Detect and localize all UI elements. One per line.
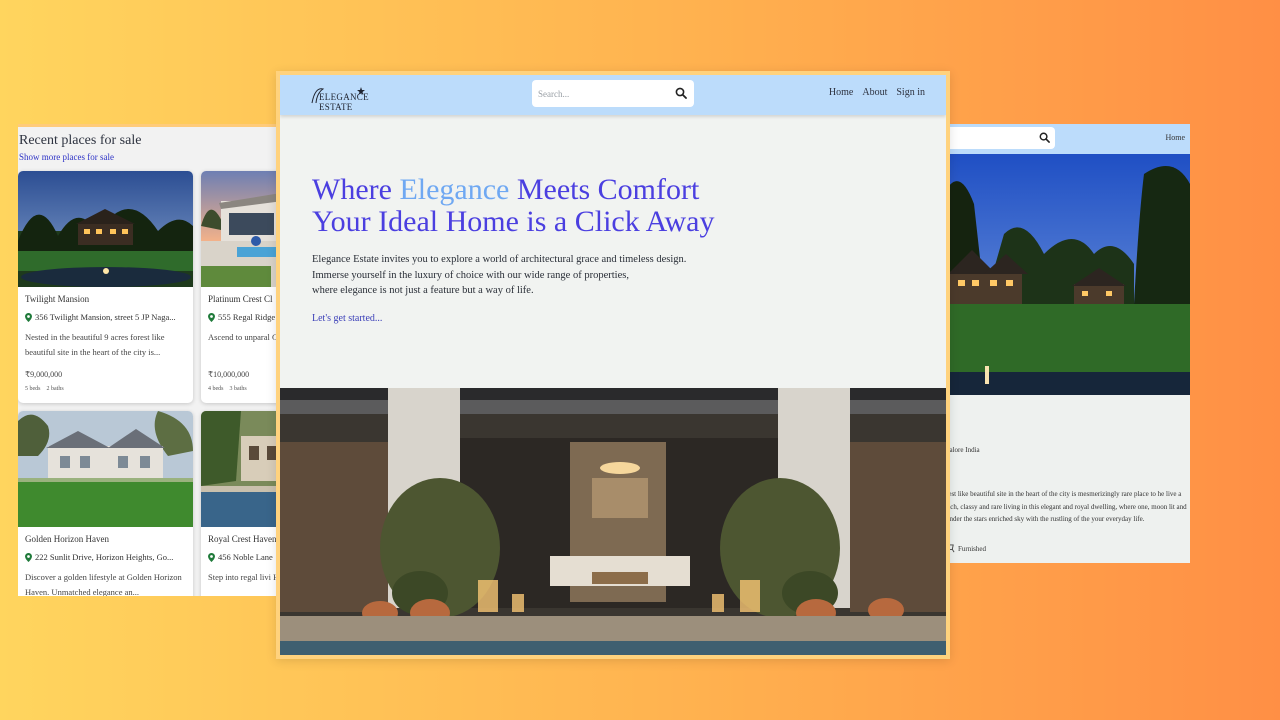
- listing-card[interactable]: Platinum Crest Cl 555 Regal Ridge Ascend…: [201, 171, 280, 403]
- listing-price: ₹10,000,000: [208, 370, 250, 379]
- hero-title-accent: Elegance: [399, 173, 510, 206]
- listing-photo: [18, 171, 193, 287]
- search-input[interactable]: [538, 88, 668, 99]
- elegance-estate-logo[interactable]: ELEGANCE ESTATE: [311, 85, 401, 112]
- listing-photo: [201, 411, 280, 527]
- listing-meta: 5 beds 2 baths: [25, 386, 186, 392]
- location-pin-icon: [25, 312, 32, 322]
- nav-links: Home About Sign in: [829, 87, 925, 98]
- listing-baths: 3 baths: [229, 386, 247, 392]
- search-box: [532, 80, 694, 107]
- main-browser-window: ELEGANCE ESTATE Home About Sign in Where…: [276, 71, 950, 659]
- nav-home-link[interactable]: Home: [829, 87, 853, 98]
- listing-card[interactable]: Golden Horizon Haven 222 Sunlit Drive, H…: [18, 411, 193, 596]
- listing-description: Step into regal livi Haven. Majestic ar: [208, 572, 280, 582]
- listing-card[interactable]: Royal Crest Haven 456 Noble Lane Step in…: [201, 411, 280, 596]
- logo-text: ELEGANCE ESTATE: [319, 92, 369, 112]
- listing-address: 222 Sunlit Drive, Horizon Heights, Go...: [25, 552, 186, 562]
- listing-name: Platinum Crest Cl: [208, 294, 273, 304]
- furnished-label: Furnished: [958, 544, 986, 553]
- listing-card[interactable]: Twilight Mansion 356 Twilight Mansion, s…: [18, 171, 193, 403]
- listing-address: 555 Regal Ridge: [208, 312, 280, 322]
- listing-description: Nested in the beautiful 9 acres forest l…: [25, 332, 165, 357]
- search-icon[interactable]: [675, 87, 687, 99]
- location-pin-icon: [25, 552, 32, 562]
- detail-search-box[interactable]: [944, 127, 1055, 149]
- nav-about-link[interactable]: About: [862, 87, 887, 98]
- listing-description: Discover a golden lifestyle at Golden Ho…: [25, 572, 182, 596]
- detail-description: rest like beautiful site in the heart of…: [946, 490, 1187, 523]
- hero-title-line-1: Where Elegance Meets Comfort: [312, 173, 700, 206]
- nav-signin-link[interactable]: Sign in: [896, 87, 925, 98]
- property-detail-panel: Home galore India rest like beautiful si…: [944, 124, 1190, 563]
- top-navbar: ELEGANCE ESTATE Home About Sign in: [280, 75, 946, 115]
- hero-house-photo: [280, 388, 946, 655]
- main-page: ELEGANCE ESTATE Home About Sign in Where…: [280, 75, 946, 655]
- search-icon[interactable]: [1039, 132, 1050, 143]
- listing-description: Ascend to unparal Crest Chateau. Th: [208, 332, 280, 342]
- furnished-feature: Furnished: [946, 544, 986, 553]
- listing-address: 456 Noble Lane: [208, 552, 280, 562]
- recent-places-heading: Recent places for sale: [19, 133, 142, 148]
- listing-name: Royal Crest Haven: [208, 534, 277, 544]
- detail-home-link[interactable]: Home: [1165, 133, 1185, 142]
- property-hero-photo: [944, 154, 1190, 395]
- hero-description: Elegance Estate invites you to explore a…: [312, 254, 687, 296]
- detail-navbar: Home: [944, 124, 1190, 154]
- listing-name: Golden Horizon Haven: [25, 534, 109, 544]
- listing-beds: 5 beds: [25, 386, 41, 392]
- listings-panel: Recent places for sale Show more places …: [18, 124, 280, 596]
- listing-address: 356 Twilight Mansion, street 5 JP Naga..…: [25, 312, 186, 322]
- location-pin-icon: [208, 312, 215, 322]
- listing-baths: 2 baths: [46, 386, 64, 392]
- listing-beds: 4 beds: [208, 386, 224, 392]
- hero-title-line-2: Your Ideal Home is a Click Away: [312, 205, 715, 238]
- listing-name: Twilight Mansion: [25, 294, 90, 304]
- show-more-link[interactable]: Show more places for sale: [19, 152, 114, 162]
- listing-photo: [18, 411, 193, 527]
- listing-meta: 4 beds 3 baths: [208, 386, 280, 392]
- listing-photo: [201, 171, 280, 287]
- hero-title: Where Elegance Meets Comfort Your Ideal …: [312, 174, 714, 238]
- location-pin-icon: [208, 552, 215, 562]
- get-started-link[interactable]: Let's get started...: [312, 313, 382, 324]
- listing-price: ₹9,000,000: [25, 370, 63, 379]
- detail-location: galore India: [946, 446, 980, 454]
